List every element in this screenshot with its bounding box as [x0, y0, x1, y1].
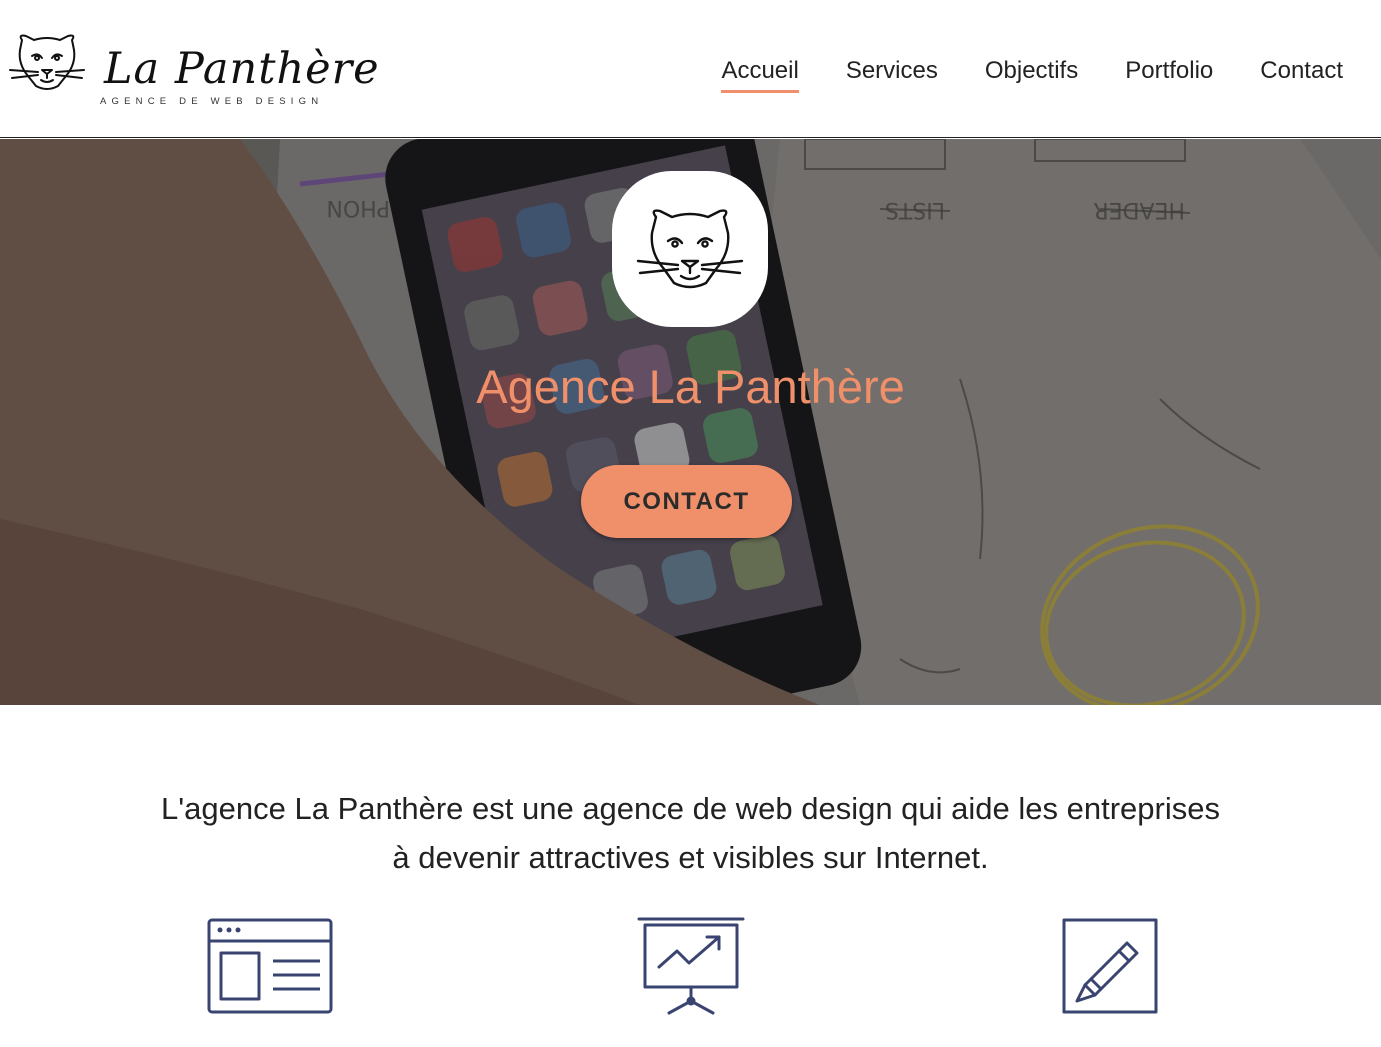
- hero-section: LISTS HEADER PHON Agence La Panthère CON…: [0, 139, 1381, 705]
- main-nav: Accueil Services Objectifs Portfolio Con…: [721, 56, 1343, 93]
- pencil-edit-icon: [1062, 918, 1158, 1014]
- hero-logo-badge: [612, 171, 768, 327]
- nav-item-objectifs[interactable]: Objectifs: [985, 56, 1078, 93]
- panther-head-icon: [636, 209, 744, 289]
- web-layout-icon: [207, 918, 333, 1014]
- nav-item-services[interactable]: Services: [846, 56, 938, 93]
- hero-title: Agence La Panthère: [476, 360, 905, 413]
- brand-logo[interactable]: La Panthère AGENCE DE WEB DESIGN: [8, 26, 379, 107]
- brand-subtitle: AGENCE DE WEB DESIGN: [100, 96, 324, 107]
- brand-title: La Panthère: [104, 44, 380, 94]
- nav-item-accueil[interactable]: Accueil: [721, 56, 799, 93]
- intro-text: L'agence La Panthère est une agence de w…: [161, 791, 1220, 875]
- contact-button[interactable]: CONTACT: [581, 465, 792, 538]
- site-header: La Panthère AGENCE DE WEB DESIGN Accueil…: [0, 0, 1381, 138]
- nav-item-portfolio[interactable]: Portfolio: [1125, 56, 1213, 93]
- presentation-chart-icon: [637, 917, 745, 1015]
- panther-head-icon: [9, 34, 85, 90]
- nav-item-contact[interactable]: Contact: [1260, 56, 1343, 93]
